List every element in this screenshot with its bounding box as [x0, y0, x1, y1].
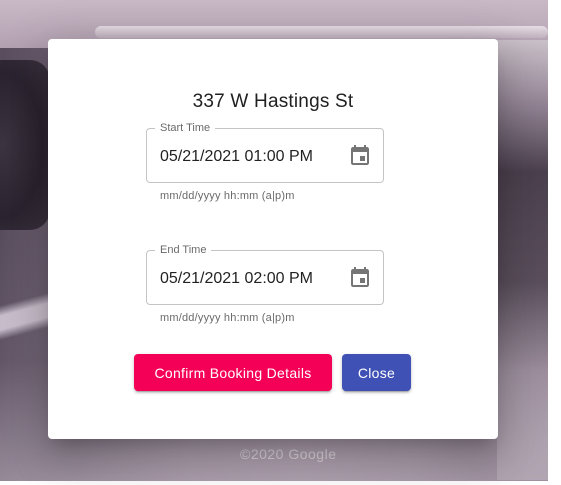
map-watermark: ©2020 Google — [240, 446, 337, 462]
confirm-booking-button[interactable]: Confirm Booking Details — [134, 354, 332, 391]
start-time-input[interactable] — [160, 148, 340, 166]
page: ©2020 Google 337 W Hastings St Start Tim… — [0, 0, 561, 485]
booking-dialog: 337 W Hastings St Start Time mm/dd/yyyy … — [48, 39, 498, 439]
end-time-label: End Time — [155, 243, 212, 257]
end-time-input[interactable] — [160, 270, 340, 288]
start-time-field[interactable]: Start Time — [146, 121, 384, 183]
close-button[interactable]: Close — [342, 354, 411, 391]
start-time-helper: mm/dd/yyyy hh:mm (a|p)m — [160, 190, 295, 202]
end-time-field[interactable]: End Time — [146, 243, 384, 305]
background-pipe — [95, 26, 548, 38]
dialog-title: 337 W Hastings St — [192, 91, 354, 112]
calendar-icon[interactable] — [348, 266, 372, 290]
end-time-helper: mm/dd/yyyy hh:mm (a|p)m — [160, 312, 295, 324]
calendar-icon[interactable] — [348, 144, 372, 168]
start-time-label: Start Time — [155, 121, 216, 135]
